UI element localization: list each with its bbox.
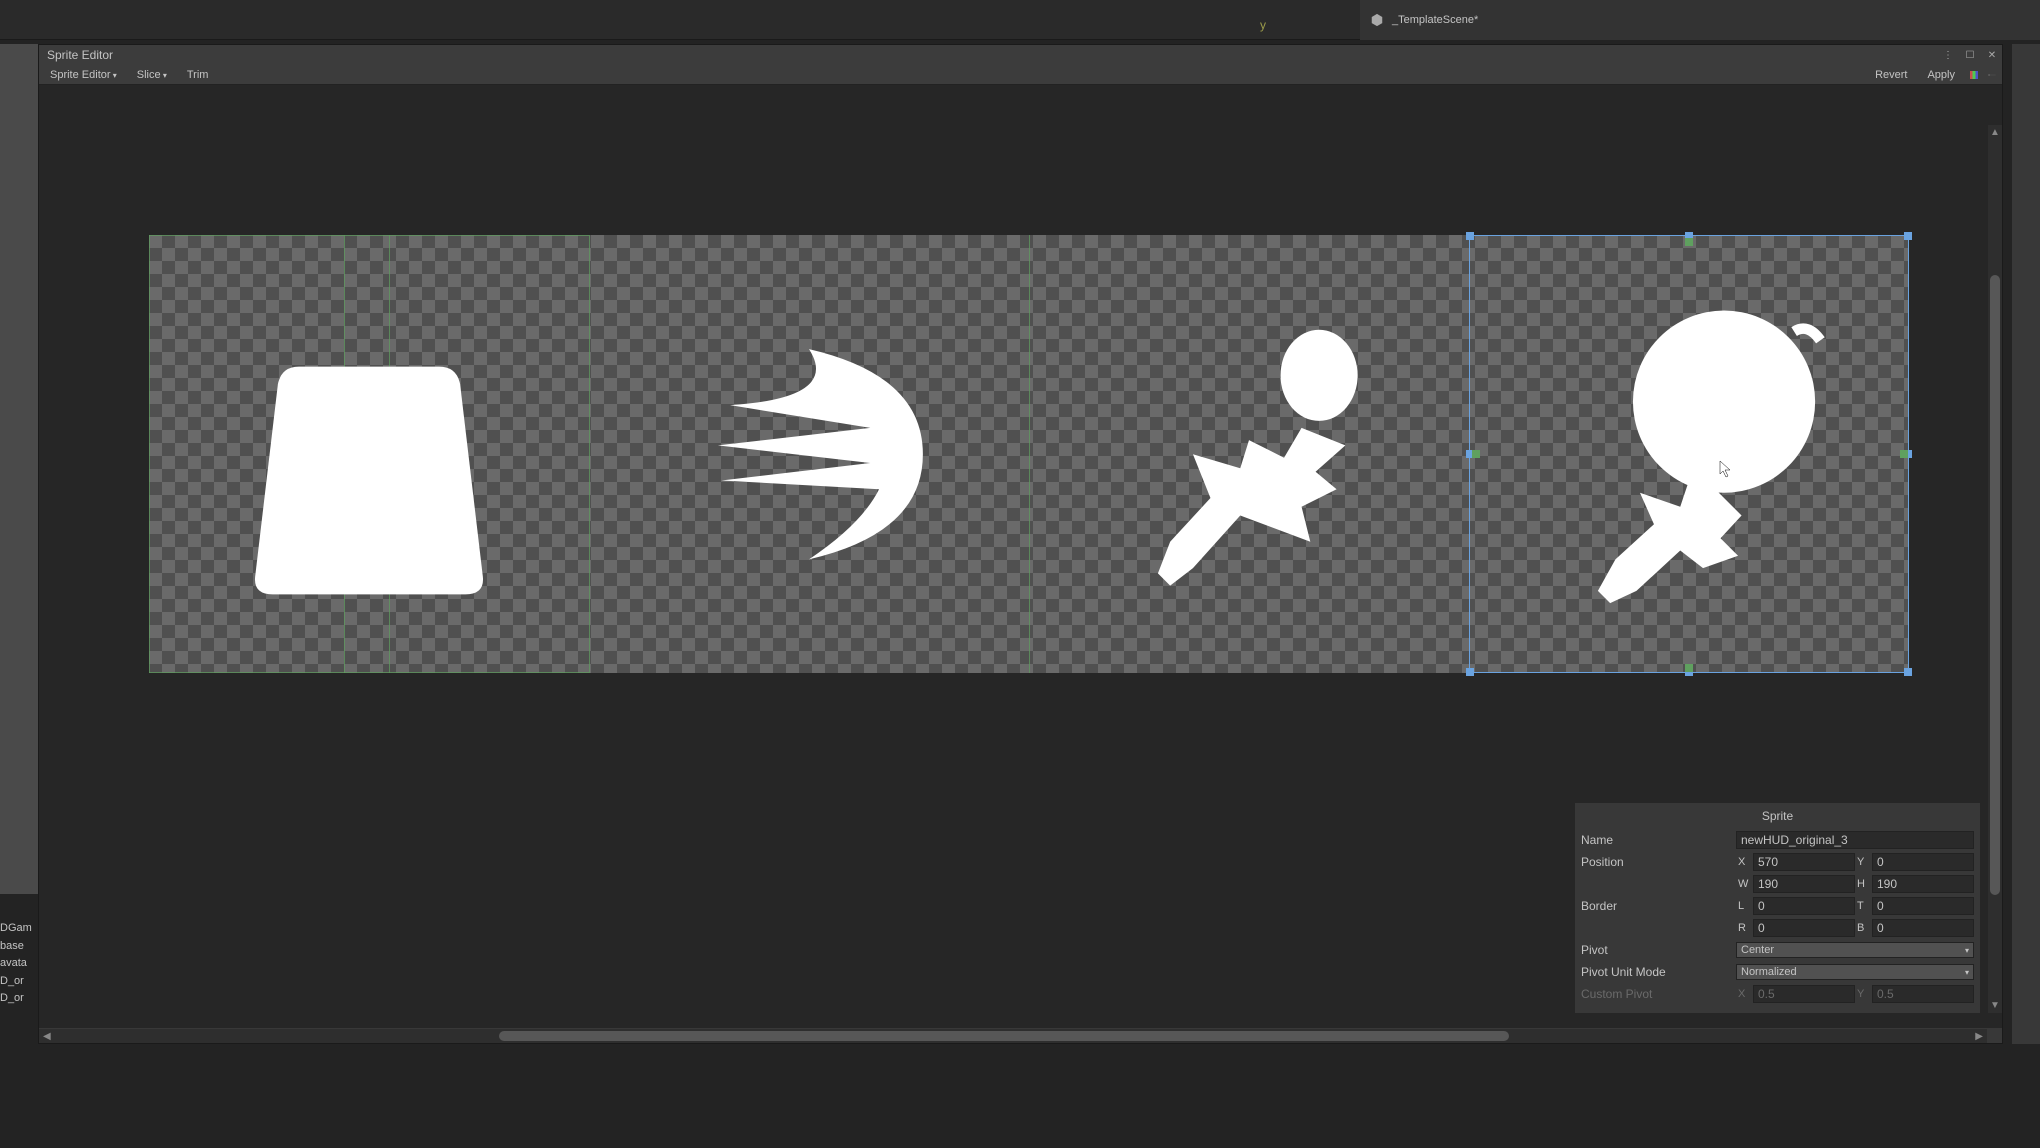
options-button[interactable]: ⋮ bbox=[1938, 47, 1958, 63]
window-title: Sprite Editor bbox=[47, 48, 113, 62]
border-b-input[interactable] bbox=[1872, 919, 1974, 937]
project-item[interactable]: DGam bbox=[0, 920, 35, 938]
horizontal-scrollbar[interactable]: ◀ ▶ bbox=[39, 1029, 1987, 1043]
revert-button[interactable]: Revert bbox=[1866, 67, 1916, 83]
pivot-unit-row: Pivot Unit Mode Normalized bbox=[1581, 963, 1974, 981]
border-label: Border bbox=[1581, 899, 1736, 913]
border-l-input[interactable] bbox=[1753, 897, 1855, 915]
sprite-editor-dropdown[interactable]: Sprite Editor bbox=[41, 67, 126, 83]
scroll-up-arrow[interactable]: ▲ bbox=[1986, 125, 2002, 140]
name-input[interactable] bbox=[1736, 831, 1974, 849]
border-row-2: R B bbox=[1581, 919, 1974, 937]
border-r-input[interactable] bbox=[1753, 919, 1855, 937]
h-prefix: H bbox=[1857, 878, 1869, 890]
toolbar-right: Revert Apply bbox=[1866, 67, 2000, 83]
custom-pivot-row: Custom Pivot X Y bbox=[1581, 985, 1974, 1003]
inspector-panel-partial bbox=[2012, 44, 2040, 1044]
pos-y-input[interactable] bbox=[1872, 853, 1974, 871]
x-prefix: X bbox=[1738, 856, 1750, 868]
close-button[interactable]: ✕ bbox=[1982, 47, 2002, 63]
position-row: Position X Y bbox=[1581, 853, 1974, 871]
maximize-button[interactable]: ☐ bbox=[1960, 47, 1980, 63]
rgb-icon[interactable] bbox=[1966, 67, 1982, 83]
pivot-value: Center bbox=[1741, 944, 1774, 956]
size-row: W H bbox=[1581, 875, 1974, 893]
dropdown-arrow-icon bbox=[1965, 966, 1969, 978]
sprite-cell-3[interactable] bbox=[1469, 235, 1909, 673]
w-prefix: W bbox=[1738, 878, 1750, 890]
custom-y-prefix: Y bbox=[1857, 988, 1869, 1000]
custom-x-prefix: X bbox=[1738, 988, 1750, 1000]
vertical-scrollbar[interactable]: ▲ ▼ bbox=[1988, 125, 2002, 1013]
pivot-unit-value: Normalized bbox=[1741, 966, 1797, 978]
sprite-cell-0[interactable] bbox=[149, 235, 589, 673]
pivot-unit-label: Pivot Unit Mode bbox=[1581, 965, 1736, 979]
window-controls: ⋮ ☐ ✕ bbox=[1938, 47, 2002, 63]
apply-button[interactable]: Apply bbox=[1918, 67, 1964, 83]
name-label: Name bbox=[1581, 833, 1736, 847]
slice-button[interactable]: Slice bbox=[128, 67, 176, 83]
hierarchy-panel-partial: _TemplateScene* bbox=[1360, 0, 2040, 40]
unity-icon bbox=[1370, 13, 1384, 27]
canvas-area[interactable]: Sprite Name Position X Y W H bbox=[39, 85, 2002, 1028]
toolbar-left: Sprite Editor Slice Trim bbox=[41, 67, 217, 83]
toolbar: Sprite Editor Slice Trim Revert Apply bbox=[39, 65, 2002, 85]
name-row: Name bbox=[1581, 831, 1974, 849]
scroll-left-arrow[interactable]: ◀ bbox=[39, 1029, 55, 1044]
alpha-slider-icon[interactable] bbox=[1984, 67, 2000, 83]
custom-y-input bbox=[1872, 985, 1974, 1003]
scroll-right-arrow[interactable]: ▶ bbox=[1971, 1029, 1987, 1044]
dropdown-arrow-icon bbox=[1965, 944, 1969, 956]
scroll-down-arrow[interactable]: ▼ bbox=[1986, 998, 2002, 1013]
scroll-thumb-v[interactable] bbox=[1990, 275, 2000, 895]
t-prefix: T bbox=[1857, 900, 1869, 912]
project-list-partial: DGam base avata D_or D_or bbox=[0, 920, 35, 1008]
b-prefix: B bbox=[1857, 922, 1869, 934]
border-t-input[interactable] bbox=[1872, 897, 1974, 915]
y-prefix: Y bbox=[1857, 856, 1869, 868]
scene-view-partial bbox=[0, 44, 38, 894]
custom-x-input bbox=[1753, 985, 1855, 1003]
scroll-thumb-h[interactable] bbox=[499, 1031, 1509, 1041]
sprite-editor-window: Sprite Editor ⋮ ☐ ✕ Sprite Editor Slice … bbox=[38, 44, 2003, 1044]
width-input[interactable] bbox=[1753, 875, 1855, 893]
pivot-unit-dropdown[interactable]: Normalized bbox=[1736, 964, 1974, 980]
sprite-sheet[interactable] bbox=[149, 235, 1909, 673]
sprite-cell-2[interactable] bbox=[1029, 235, 1469, 673]
y-axis-label: y bbox=[1260, 18, 1266, 32]
height-input[interactable] bbox=[1872, 875, 1974, 893]
l-prefix: L bbox=[1738, 900, 1750, 912]
project-item[interactable]: base bbox=[0, 938, 35, 956]
project-item[interactable]: D_or bbox=[0, 973, 35, 991]
border-row-1: Border L T bbox=[1581, 897, 1974, 915]
scene-name[interactable]: _TemplateScene* bbox=[1392, 14, 1478, 26]
pivot-row: Pivot Center bbox=[1581, 941, 1974, 959]
pos-x-input[interactable] bbox=[1753, 853, 1855, 871]
project-item[interactable]: avata bbox=[0, 955, 35, 973]
pivot-label: Pivot bbox=[1581, 943, 1736, 957]
sprite-inspector: Sprite Name Position X Y W H bbox=[1575, 803, 1980, 1013]
r-prefix: R bbox=[1738, 922, 1750, 934]
custom-pivot-label: Custom Pivot bbox=[1581, 987, 1736, 1001]
sprite-cell-1[interactable] bbox=[589, 235, 1029, 673]
inspector-title: Sprite bbox=[1581, 809, 1974, 823]
position-label: Position bbox=[1581, 855, 1736, 869]
window-titlebar[interactable]: Sprite Editor ⋮ ☐ ✕ bbox=[39, 45, 2002, 65]
trim-button[interactable]: Trim bbox=[178, 67, 218, 83]
pivot-dropdown[interactable]: Center bbox=[1736, 942, 1974, 958]
project-item[interactable]: D_or bbox=[0, 990, 35, 1008]
